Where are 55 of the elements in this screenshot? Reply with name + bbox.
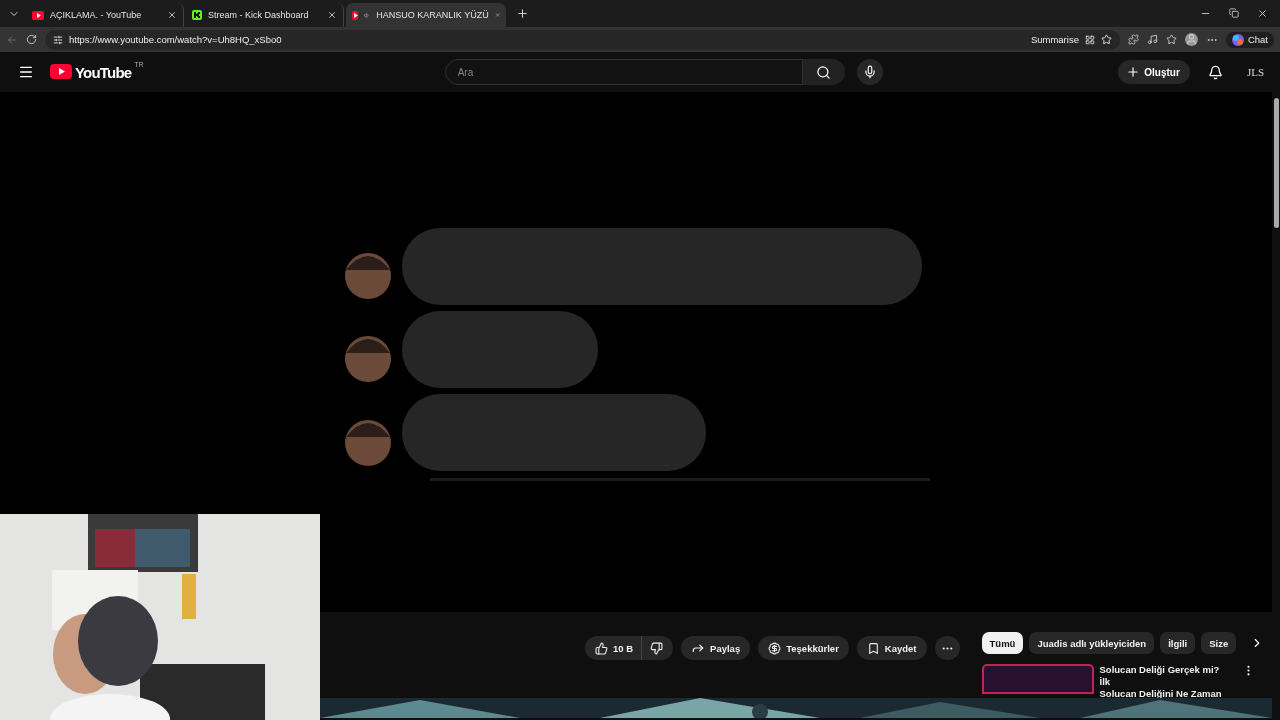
like-button[interactable]: 10 B (585, 636, 643, 660)
filter-chip[interactable]: Tümü (981, 632, 1024, 654)
dollar-badge-icon (768, 641, 782, 655)
bookmark-icon (866, 641, 880, 655)
address-field[interactable]: https://www.youtube.com/watch?v=Uh8HQ_xSbo0 Summarise (45, 29, 1120, 50)
plus-icon (1126, 65, 1141, 79)
thumbs-up-icon (595, 641, 608, 655)
video-title[interactable]: Solucan Deliği Gerçek mi? İlk Solucan Deliğini Ne Zaman (1099, 664, 1230, 700)
filter-chip[interactable]: Juadis adlı yükleyiciden (1029, 632, 1155, 654)
play-logo-icon (50, 63, 72, 79)
tab-title: Stream - Kick Dashboard (208, 10, 310, 20)
youtube-icon (32, 10, 44, 20)
scrollbar-thumb[interactable] (1273, 98, 1279, 228)
search-icon (816, 64, 832, 80)
reload-icon[interactable] (26, 34, 37, 45)
create-button[interactable]: Oluştur (1118, 60, 1190, 84)
music-icon[interactable] (1146, 34, 1158, 45)
star-icon[interactable] (1100, 34, 1112, 45)
filter-chip[interactable]: Size (1201, 632, 1237, 654)
app-icon[interactable] (1084, 34, 1095, 45)
share-button[interactable]: Paylaş (681, 636, 751, 660)
site-info-icon[interactable] (53, 34, 63, 45)
search-field[interactable]: Ara (444, 59, 803, 85)
restore-icon[interactable] (1229, 8, 1239, 18)
chat-button[interactable]: Chat (1225, 31, 1274, 48)
thanks-button[interactable]: Teşekkürler (758, 636, 849, 660)
browser-tab[interactable]: HANSUO KARANLIK YÜZÜ (346, 3, 506, 27)
save-button[interactable]: Kaydet (856, 636, 927, 660)
account-avatar[interactable]: JLS (1246, 66, 1264, 78)
tab-title: AÇIKLAMA. - YouTube (50, 10, 143, 20)
youtube-icon (352, 10, 359, 20)
summarise-label[interactable]: Summarise (1030, 34, 1079, 45)
tab-title: HANSUO KARANLIK YÜZÜ (376, 10, 489, 20)
filter-chip[interactable]: İlgili (1160, 632, 1196, 654)
search-input[interactable]: Ara (455, 65, 802, 79)
new-tab-icon[interactable] (516, 7, 529, 20)
close-icon[interactable] (327, 10, 337, 20)
close-icon[interactable] (167, 10, 177, 20)
video-thumbnail[interactable] (981, 664, 1094, 694)
search-button[interactable] (802, 59, 845, 85)
extensions-icon[interactable] (1127, 34, 1139, 45)
url-text: https://www.youtube.com/watch?v=Uh8HQ_xSbo0 (69, 34, 283, 45)
thumbs-down-icon (650, 641, 664, 655)
logo-text: YouTube (75, 63, 132, 81)
close-icon[interactable] (1257, 8, 1268, 19)
copilot-icon (1231, 33, 1244, 46)
share-arrow-icon (691, 641, 706, 655)
favorites-icon[interactable] (1165, 34, 1177, 45)
microphone-icon (862, 65, 877, 79)
more-button[interactable] (934, 636, 960, 660)
menu-icon[interactable] (18, 64, 34, 80)
voice-search-button[interactable] (856, 59, 883, 85)
notifications-icon[interactable] (1207, 64, 1223, 80)
kick-icon (192, 10, 202, 20)
profile-icon[interactable] (1184, 33, 1198, 46)
